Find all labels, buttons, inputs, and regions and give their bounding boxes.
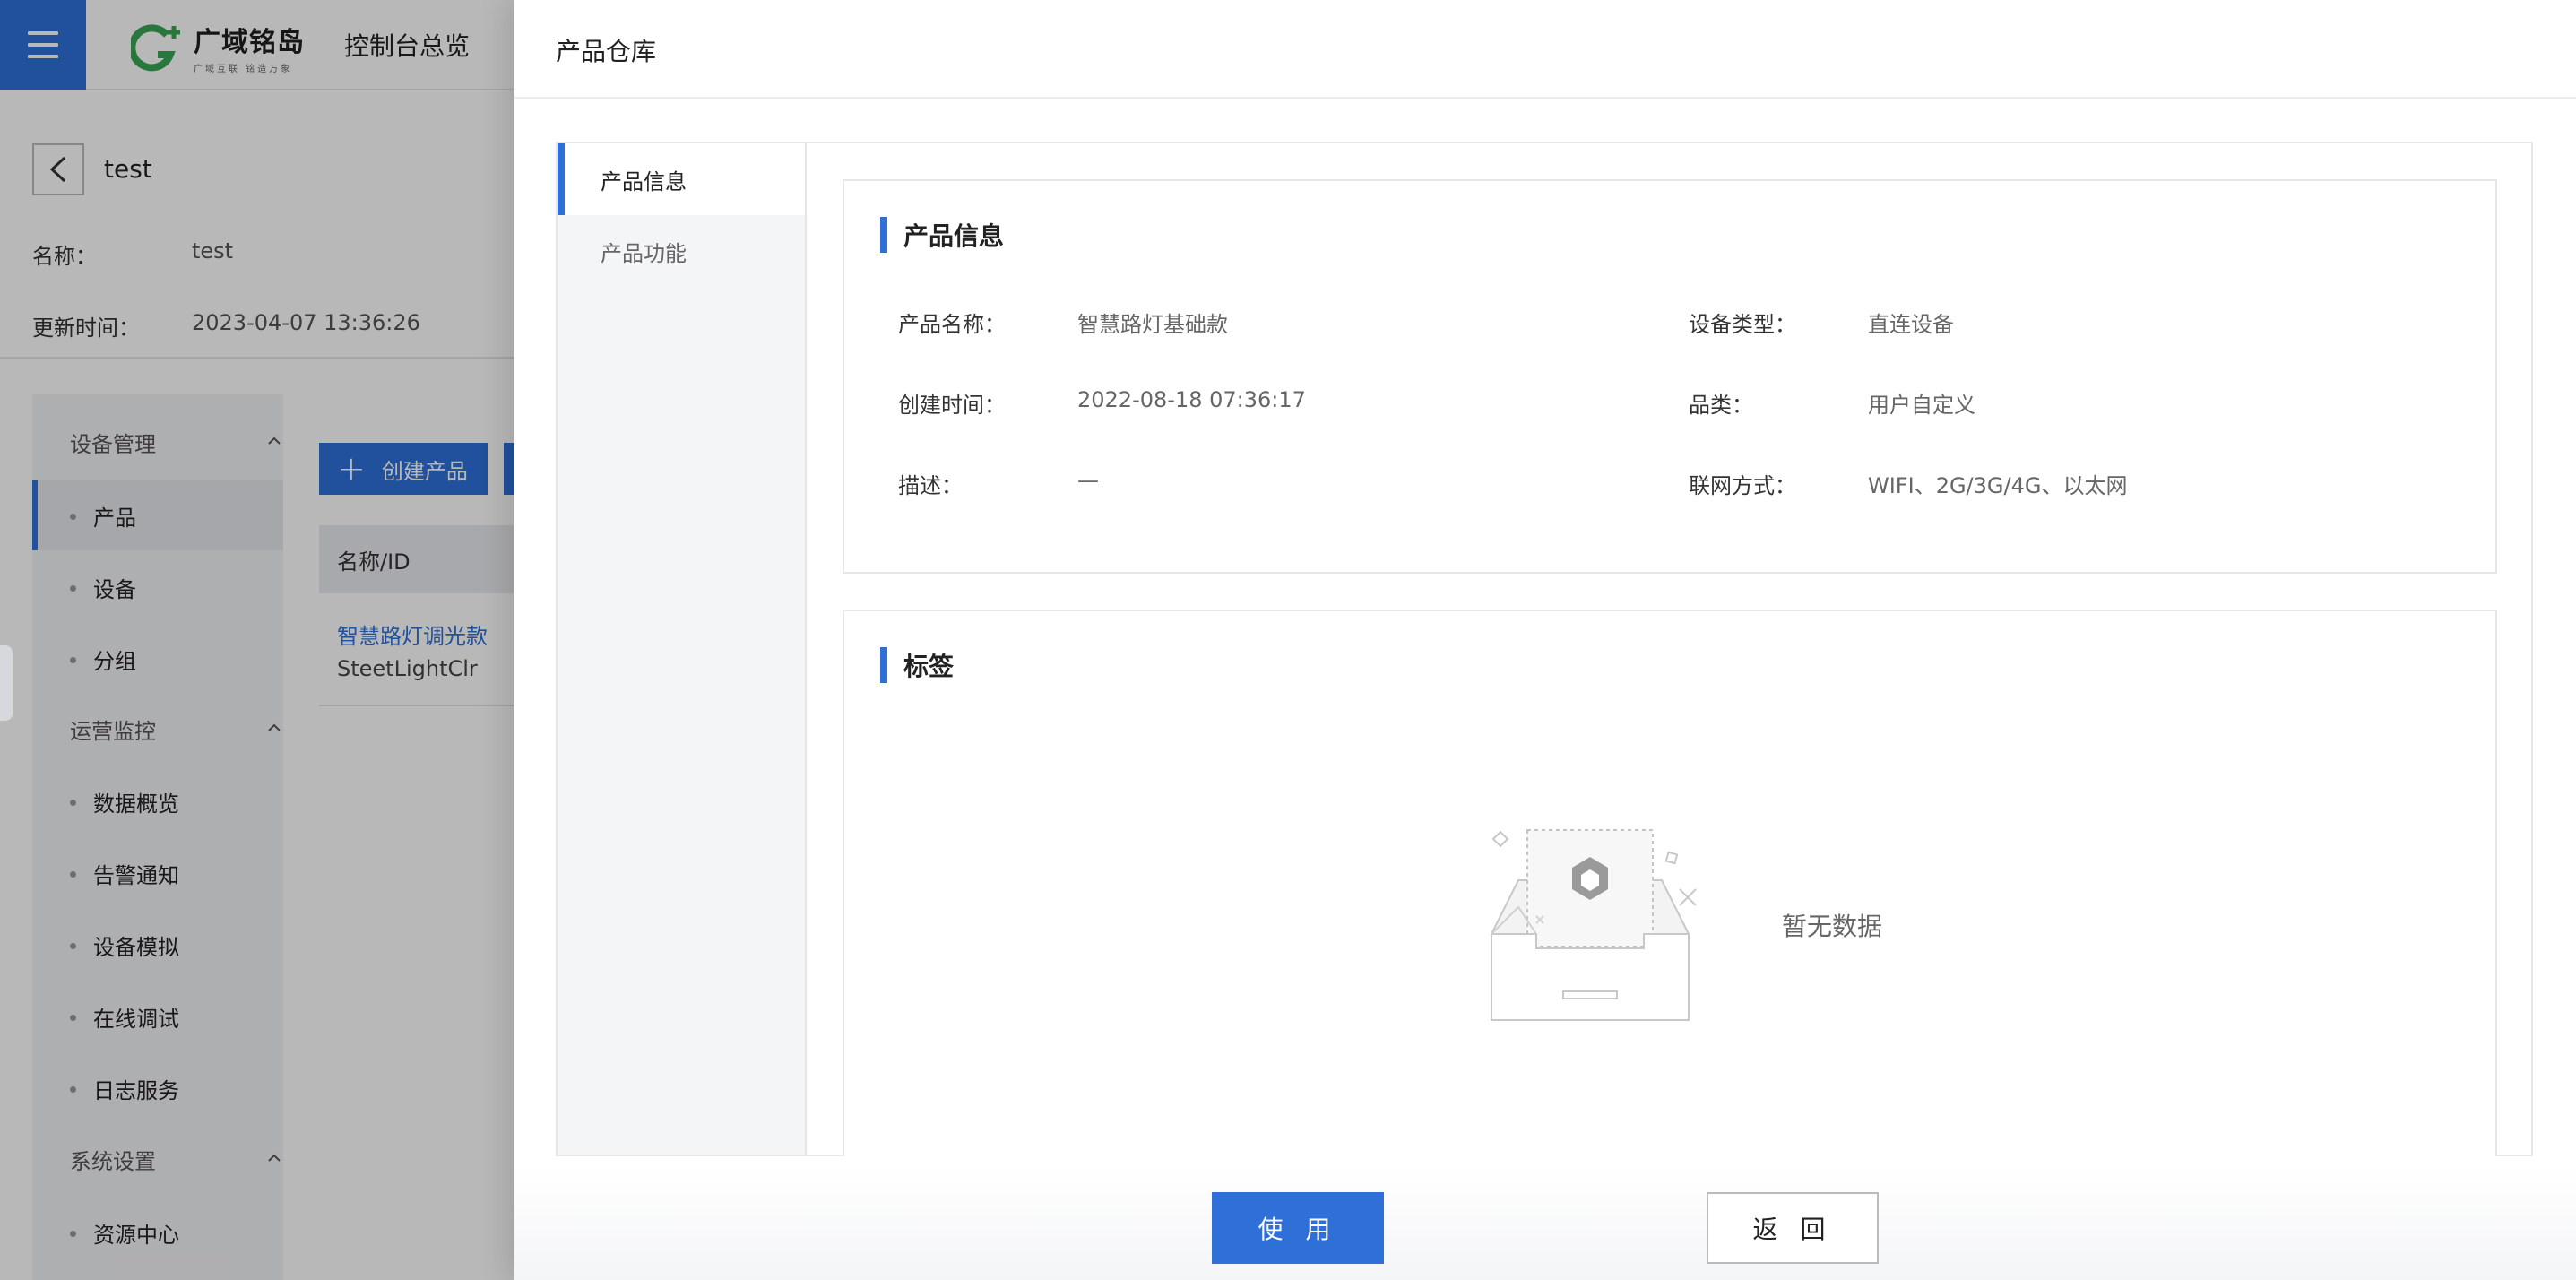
description-value: — bbox=[1077, 468, 1099, 493]
tab-product-functions[interactable]: 产品功能 bbox=[558, 215, 805, 287]
network-type-label: 联网方式： bbox=[1689, 473, 1796, 498]
product-info-card: 产品信息 产品名称： 智慧路灯基础款 设备类型： 直连设备 创建时间： 2022… bbox=[843, 179, 2497, 574]
category-label: 品类： bbox=[1689, 393, 1753, 418]
product-warehouse-drawer: 产品仓库 产品信息 产品功能 产品信息 产品名称： 智慧路灯基础款 设备类型： … bbox=[514, 0, 2576, 1280]
tag-card: 标签 暂无数据 bbox=[843, 610, 2497, 1156]
product-name-value: 智慧路灯基础款 bbox=[1077, 312, 1228, 337]
category-value: 用户自定义 bbox=[1868, 393, 1975, 418]
drawer-content: 产品信息 产品功能 产品信息 产品名称： 智慧路灯基础款 设备类型： 直连设备 … bbox=[556, 142, 2533, 1156]
use-button[interactable]: 使 用 bbox=[1212, 1192, 1384, 1264]
collapse-handle[interactable] bbox=[0, 645, 13, 721]
created-time-value: 2022-08-18 07:36:17 bbox=[1077, 387, 1306, 412]
product-info-card-title: 产品信息 bbox=[880, 217, 1004, 253]
drawer-tabs: 产品信息 产品功能 bbox=[558, 143, 807, 1155]
description-label: 描述： bbox=[898, 473, 963, 498]
empty-state-text: 暂无数据 bbox=[1782, 912, 1883, 941]
network-type-value: WIFI、2G/3G/4G、以太网 bbox=[1868, 473, 2128, 498]
drawer-footer bbox=[514, 1165, 2576, 1280]
return-button[interactable]: 返 回 bbox=[1707, 1192, 1879, 1264]
device-type-label: 设备类型： bbox=[1689, 312, 1796, 337]
drawer-title: 产品仓库 bbox=[556, 37, 657, 66]
drawer-header: 产品仓库 bbox=[514, 0, 2576, 99]
product-name-label: 产品名称： bbox=[898, 312, 1006, 337]
modal-overlay[interactable] bbox=[0, 0, 514, 1280]
tag-card-title: 标签 bbox=[880, 647, 954, 683]
tab-product-info[interactable]: 产品信息 bbox=[558, 143, 805, 215]
empty-box-icon bbox=[1491, 829, 1697, 1021]
device-type-value: 直连设备 bbox=[1868, 312, 1954, 337]
created-time-label: 创建时间： bbox=[898, 393, 1006, 418]
